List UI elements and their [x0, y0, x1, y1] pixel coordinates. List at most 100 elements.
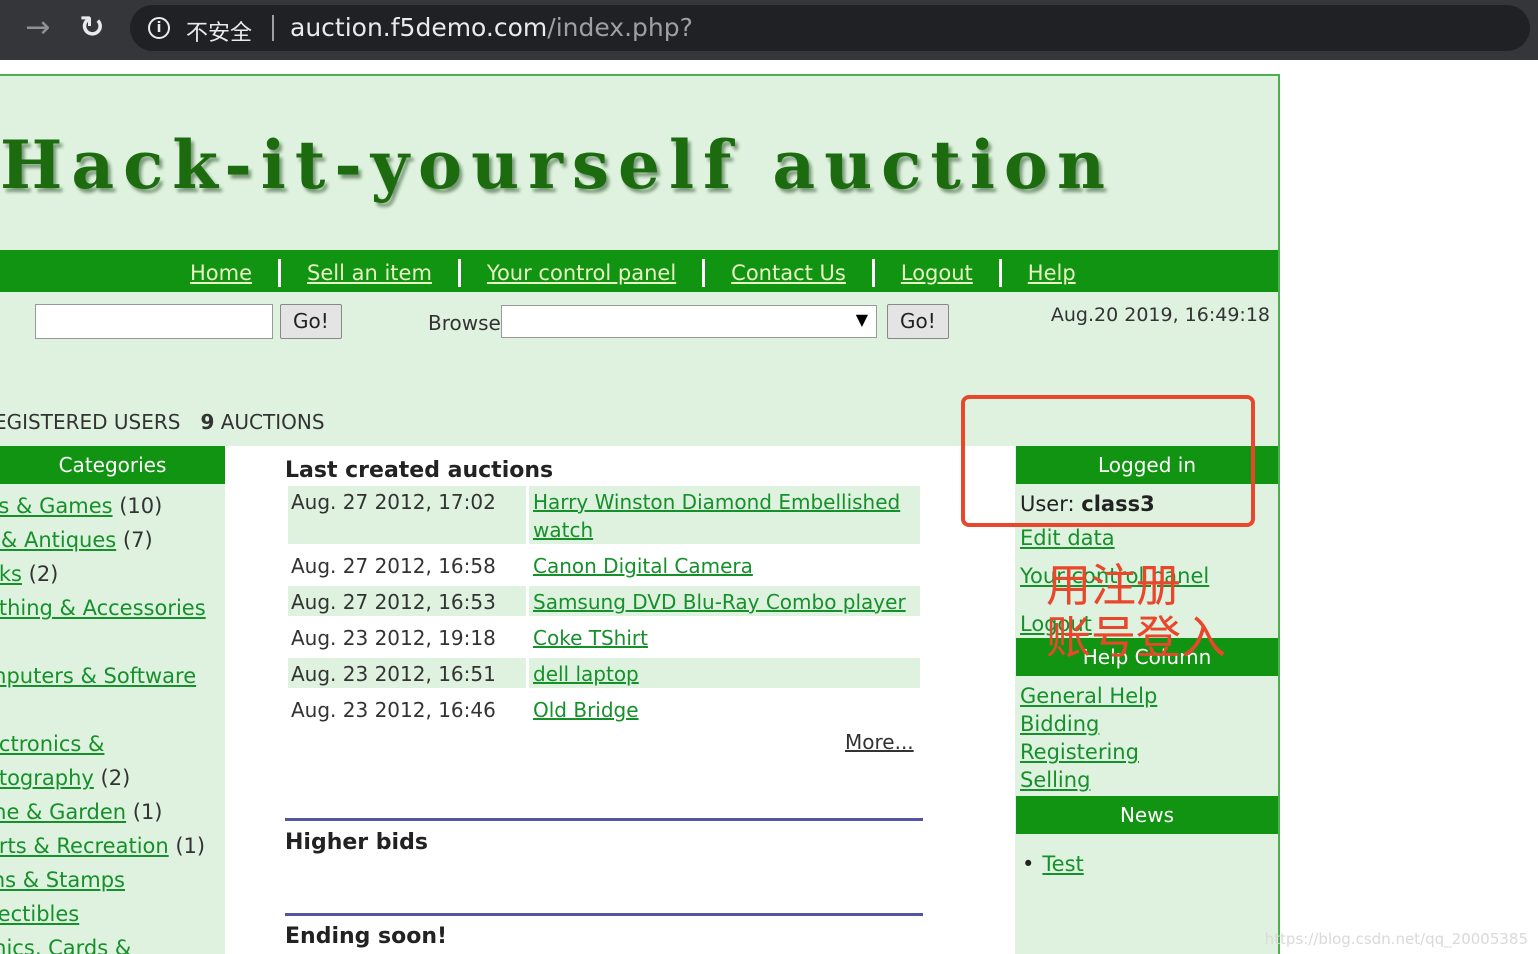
category-item: me & Garden (1)	[0, 798, 225, 826]
browser-toolbar: → ↻ i 不安全 auction.f5demo.com/index.php?	[0, 0, 1538, 60]
registered-users-label: EGISTERED USERS	[0, 410, 181, 434]
news-link[interactable]: Test	[1042, 852, 1083, 876]
category-link[interactable]: mics, Cards &	[0, 936, 131, 954]
menu-divider	[998, 259, 1002, 287]
category-count: (1)	[168, 834, 206, 858]
auction-date: Aug. 23 2012, 16:46	[291, 698, 496, 722]
more-link-wrap: More...	[845, 730, 914, 754]
reload-icon[interactable]: ↻	[76, 12, 108, 44]
selling-link[interactable]: Selling	[1016, 766, 1278, 794]
auction-date: Aug. 23 2012, 19:18	[291, 626, 496, 650]
category-link[interactable]: ys & Games	[0, 494, 113, 518]
category-count: (2)	[21, 562, 59, 586]
category-list: ys & Games (10)t & Antiques (7)oks (2)ot…	[0, 484, 225, 954]
browse-label: Browse	[428, 311, 501, 335]
auction-title-cell: Old Bridge	[529, 694, 920, 724]
auction-title-cell: Samsung DVD Blu-Ray Combo player	[529, 586, 920, 616]
category-item: llectibles	[0, 900, 225, 928]
section-divider	[285, 913, 923, 916]
search-go-button[interactable]: Go!	[280, 304, 342, 339]
category-item: oks (2)	[0, 560, 225, 588]
category-item: )	[0, 696, 225, 724]
category-link[interactable]: ectronics &	[0, 732, 104, 756]
auction-link[interactable]: Harry Winston Diamond Embellished watch	[533, 490, 900, 542]
category-link[interactable]: mputers & Software	[0, 664, 196, 688]
categories-title: Categories	[0, 446, 225, 484]
browse-select[interactable]: ▼	[501, 305, 877, 338]
auction-title-cell: Harry Winston Diamond Embellished watch	[529, 486, 920, 544]
category-item: )	[0, 628, 225, 656]
url-text[interactable]: auction.f5demo.com/index.php?	[290, 13, 693, 42]
info-icon[interactable]: i	[148, 17, 170, 39]
forward-arrow-icon[interactable]: →	[22, 12, 54, 44]
address-bar[interactable]: i 不安全 auction.f5demo.com/index.php?	[130, 5, 1530, 51]
auction-link[interactable]: dell laptop	[533, 662, 639, 686]
category-count: (2)	[93, 766, 131, 790]
auction-date: Aug. 27 2012, 16:53	[288, 586, 526, 616]
category-count: (1)	[126, 800, 163, 824]
more-link[interactable]: More...	[845, 730, 914, 754]
category-item: mics, Cards &	[0, 934, 225, 954]
menu-divider	[278, 259, 282, 287]
category-item: mputers & Software	[0, 662, 225, 690]
category-item: ins & Stamps	[0, 866, 225, 894]
category-link[interactable]: ins & Stamps	[0, 868, 125, 892]
last-auctions-title: Last created auctions	[285, 458, 554, 483]
category-link[interactable]: oks	[0, 562, 22, 586]
search-input[interactable]	[35, 304, 273, 339]
higher-bids-title: Higher bids	[285, 830, 428, 855]
main-content: Last created auctions Aug. 27 2012, 17:0…	[225, 446, 1015, 954]
ending-soon-title: Ending soon!	[285, 924, 448, 949]
annotation-text: 用注册 账号登入	[1046, 559, 1227, 664]
category-link[interactable]: othing & Accessories	[0, 596, 206, 620]
menu-logout[interactable]: Logout	[901, 261, 973, 285]
menu-divider	[702, 259, 706, 287]
auction-link[interactable]: Samsung DVD Blu-Ray Combo player	[533, 590, 906, 614]
news-item: • Test	[1022, 852, 1084, 876]
registering-link[interactable]: Registering	[1016, 738, 1278, 766]
auction-link[interactable]: Canon Digital Camera	[533, 554, 753, 578]
auction-link[interactable]: Old Bridge	[533, 698, 639, 722]
category-count: (10)	[112, 494, 163, 518]
site-stats: EGISTERED USERS 9 AUCTIONS	[0, 410, 325, 434]
auction-row: Aug. 27 2012, 16:53 Samsung DVD Blu-Ray C…	[288, 586, 920, 616]
menu-home[interactable]: Home	[190, 261, 252, 285]
category-item: othing & Accessories	[0, 594, 225, 622]
bidding-link[interactable]: Bidding	[1016, 710, 1278, 738]
menu-control-panel[interactable]: Your control panel	[487, 261, 676, 285]
categories-column: Categories ys & Games (10) t & Antiques (…	[0, 446, 225, 954]
category-link[interactable]: orts & Recreation	[0, 834, 169, 858]
auction-date: Aug. 23 2012, 16:51	[288, 658, 526, 688]
auction-link[interactable]: Coke TShirt	[533, 626, 648, 650]
category-link[interactable]: me & Garden	[0, 800, 126, 824]
auctions-table: Aug. 27 2012, 17:02 Harry Winston Diamond…	[288, 486, 920, 730]
auction-row: Aug. 23 2012, 16:51 dell laptop	[288, 658, 920, 688]
category-link[interactable]: t & Antiques	[0, 528, 116, 552]
url-host: auction.f5demo.com	[290, 13, 548, 42]
category-item: otography (2)	[0, 764, 225, 792]
menu-help[interactable]: Help	[1028, 261, 1076, 285]
category-item: ys & Games (10)	[0, 492, 225, 520]
news-title: News	[1016, 796, 1278, 834]
auction-row: Aug. 27 2012, 16:58 Canon Digital Camera	[288, 550, 920, 580]
site-logo: Hack-it-yourself auction	[0, 126, 1114, 204]
address-separator	[272, 15, 274, 41]
auction-title-cell: Coke TShirt	[529, 622, 920, 652]
help-links: General Help Bidding Registering Selling	[1016, 676, 1278, 794]
browse-go-button[interactable]: Go!	[887, 304, 949, 339]
general-help-link[interactable]: General Help	[1016, 682, 1278, 710]
edit-data-link[interactable]: Edit data	[1016, 524, 1278, 552]
main-menu: Home Sell an item Your control panel Con…	[190, 259, 1076, 287]
annotation-box	[961, 395, 1255, 527]
category-item: ectronics &	[0, 730, 225, 758]
menu-sell-item[interactable]: Sell an item	[307, 261, 432, 285]
auctions-count: 9	[200, 410, 215, 434]
category-count: (7)	[116, 528, 153, 552]
category-link[interactable]: llectibles	[0, 902, 79, 926]
category-link[interactable]: otography	[0, 766, 94, 790]
main-menu-bar: Home Sell an item Your control panel Con…	[0, 250, 1278, 292]
menu-contact-us[interactable]: Contact Us	[731, 261, 846, 285]
security-label: 不安全	[186, 21, 253, 46]
auction-row: Aug. 23 2012, 19:18 Coke TShirt	[288, 622, 920, 652]
search-row: rch Go! Browse ▼ Go! Aug.20 2019, 16:49:…	[0, 302, 1278, 342]
